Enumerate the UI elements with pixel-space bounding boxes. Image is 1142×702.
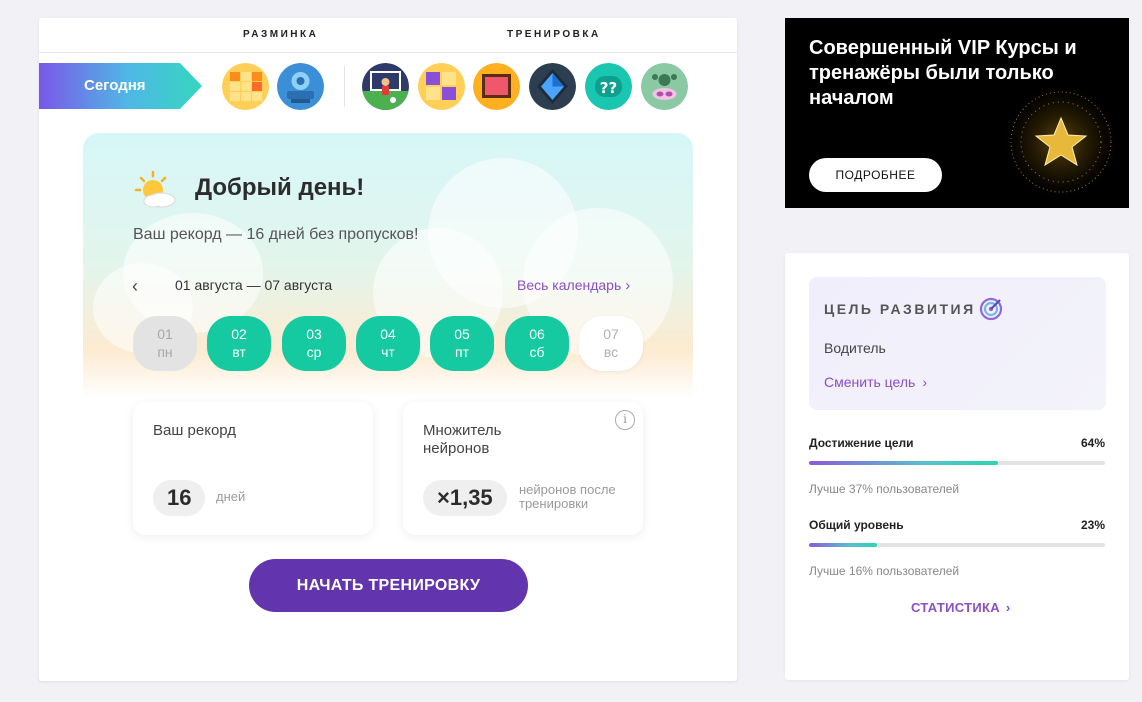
- calendar-day[interactable]: 03 ср: [282, 316, 346, 371]
- greeting-title: Добрый день!: [195, 174, 365, 201]
- divider: [39, 52, 737, 53]
- day-number: 01: [157, 326, 173, 342]
- calendar-day[interactable]: 02 вт: [207, 316, 271, 371]
- goal-achievement-percent: 64%: [1080, 436, 1105, 450]
- calendar-day[interactable]: 06 сб: [505, 316, 569, 371]
- warmup-heading: РАЗМИНКА: [243, 29, 319, 40]
- goal-achievement-bar: [809, 461, 1105, 465]
- day-name: чт: [381, 344, 395, 360]
- record-card: Ваш рекорд 16 дней: [133, 402, 373, 535]
- day-name: пн: [157, 344, 173, 360]
- today-tag: Сегодня: [39, 63, 202, 109]
- vip-promo: Совершенный VIP Курсы и тренажёры были т…: [785, 18, 1129, 208]
- training-heading: ТРЕНИРОВКА: [507, 29, 601, 40]
- full-calendar-link[interactable]: Весь календарь ›: [517, 277, 630, 294]
- progress-fill: [809, 543, 878, 547]
- day-number: 05: [454, 326, 470, 342]
- multiplier-value: ×1,35: [423, 480, 507, 516]
- info-icon[interactable]: i: [615, 410, 635, 430]
- day-name: ср: [306, 344, 322, 360]
- record-message: Ваш рекорд — 16 дней без пропусков!: [133, 226, 419, 243]
- games-separator: [344, 66, 345, 107]
- multiplier-unit: нейронов после тренировки: [519, 482, 616, 511]
- calendar-day[interactable]: 04 чт: [356, 316, 420, 371]
- vip-more-button[interactable]: ПОДРОБНЕЕ: [809, 158, 942, 192]
- goal-box: ЦЕЛЬ РАЗВИТИЯ Водитель Сменить цель ›: [809, 277, 1106, 410]
- chevron-right-icon: ›: [1005, 600, 1011, 615]
- day-name: вс: [603, 344, 619, 360]
- day-number: 03: [306, 326, 322, 342]
- change-goal-label: Сменить цель: [824, 374, 916, 390]
- day-number: 02: [231, 326, 247, 342]
- statistics-label: СТАТИСТИКА: [911, 600, 1000, 615]
- calendar-day[interactable]: 05 пт: [430, 316, 494, 371]
- goal-heading: ЦЕЛЬ РАЗВИТИЯ: [824, 301, 976, 317]
- paw-game-icon[interactable]: [641, 63, 688, 110]
- soccer-game-icon[interactable]: [362, 63, 409, 110]
- overall-level-note: Лучше 16% пользователей: [809, 564, 960, 578]
- day-number: 06: [529, 326, 545, 342]
- record-unit: дней: [216, 489, 246, 504]
- picture-frame-game-icon[interactable]: [473, 63, 520, 110]
- sun-cloud-icon: [133, 170, 179, 210]
- calendar-day[interactable]: 07 вс: [579, 316, 643, 371]
- record-card-title: Ваш рекорд: [153, 422, 237, 439]
- chevron-right-icon: ›: [625, 277, 631, 294]
- statistics-link[interactable]: СТАТИСТИКА ›: [911, 600, 1011, 615]
- training-card: РАЗМИНКА ТРЕНИРОВКА Сегодня ?? Добрый де…: [39, 18, 737, 681]
- week-range: 01 августа — 07 августа: [175, 277, 333, 293]
- calendar-day[interactable]: 01 пн: [133, 316, 197, 371]
- svg-text:??: ??: [600, 79, 617, 97]
- goal-achievement-label: Достижение цели: [809, 436, 914, 450]
- record-value: 16: [153, 480, 206, 516]
- chevron-right-icon: ›: [922, 374, 927, 390]
- overall-level-percent: 23%: [1080, 518, 1105, 532]
- robot-game-icon[interactable]: [277, 63, 324, 110]
- star-icon: [1001, 82, 1121, 202]
- goal-achievement-note: Лучше 37% пользователей: [809, 482, 960, 496]
- day-number: 07: [603, 326, 619, 342]
- change-goal-link[interactable]: Сменить цель ›: [824, 374, 927, 390]
- diamond-game-icon[interactable]: [529, 63, 576, 110]
- grid-puzzle-game-icon[interactable]: [222, 63, 269, 110]
- day-name: пт: [455, 344, 469, 360]
- overall-level-label: Общий уровень: [809, 518, 904, 532]
- goal-name: Водитель: [824, 340, 886, 356]
- day-name: вт: [232, 344, 246, 360]
- previous-week-icon[interactable]: ‹: [132, 276, 138, 297]
- multiplier-card: Множитель нейронов i ×1,35 нейронов посл…: [403, 402, 643, 535]
- day-name: сб: [529, 344, 545, 360]
- overall-level-bar: [809, 543, 1105, 547]
- target-icon: [979, 297, 1003, 321]
- goal-panel: ЦЕЛЬ РАЗВИТИЯ Водитель Сменить цель › Дос…: [785, 253, 1129, 680]
- start-training-button[interactable]: НАЧАТЬ ТРЕНИРОВКУ: [249, 559, 528, 612]
- day-number: 04: [380, 326, 396, 342]
- full-calendar-label: Весь календарь: [517, 277, 622, 293]
- progress-fill: [809, 461, 999, 465]
- question-marks-game-icon[interactable]: ??: [585, 63, 632, 110]
- purple-tiles-game-icon[interactable]: [418, 63, 465, 110]
- multiplier-card-title: Множитель нейронов: [423, 422, 502, 457]
